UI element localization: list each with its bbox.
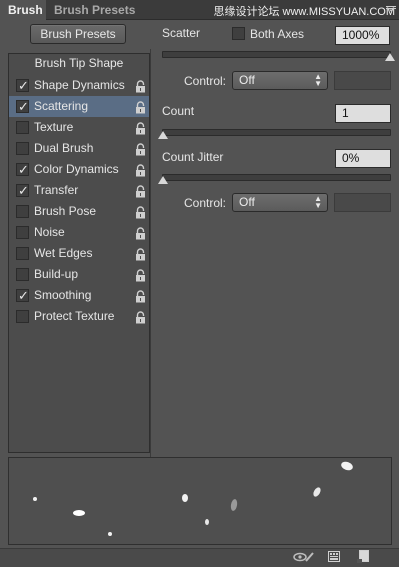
brush-presets-button[interactable]: Brush Presets <box>30 24 126 44</box>
count-value-field[interactable]: 1 <box>335 104 391 123</box>
tab-brush[interactable]: Brush <box>0 0 46 20</box>
option-row-brush-pose[interactable]: Brush Pose <box>9 201 149 222</box>
option-checkbox[interactable]: ✓ <box>16 100 29 115</box>
option-label: Shape Dynamics <box>34 78 125 92</box>
panel-divider <box>150 49 151 457</box>
option-label: Smoothing <box>34 288 92 302</box>
checkmark-icon: ✓ <box>18 100 29 115</box>
lock-icon[interactable] <box>135 268 146 282</box>
option-row-transfer[interactable]: ✓ Transfer <box>9 180 149 201</box>
option-label: Build-up <box>34 267 79 281</box>
both-axes-checkbox[interactable] <box>232 27 245 40</box>
lock-icon[interactable] <box>135 226 146 240</box>
option-checkbox[interactable] <box>16 142 29 155</box>
option-checkbox[interactable]: ✓ <box>16 289 29 304</box>
count-control-label: Control: <box>184 196 227 210</box>
lock-icon[interactable] <box>135 121 146 135</box>
lock-icon[interactable] <box>135 79 146 93</box>
option-checkbox[interactable] <box>16 247 29 260</box>
option-label: Dual Brush <box>34 141 94 155</box>
lock-icon[interactable] <box>135 184 146 198</box>
scatter-value-field[interactable]: 1000% <box>335 26 390 45</box>
count-label: Count <box>162 104 195 118</box>
option-label: Color Dynamics <box>34 162 119 176</box>
option-checkbox[interactable]: ✓ <box>16 79 29 94</box>
checkmark-icon: ✓ <box>18 289 29 304</box>
preview-dabs <box>33 461 353 536</box>
option-row-build-up[interactable]: Build-up <box>9 264 149 285</box>
option-row-shape-dynamics[interactable]: ✓ Shape Dynamics <box>9 75 149 96</box>
scatter-slider[interactable] <box>162 51 391 58</box>
option-label: Brush Pose <box>34 204 97 218</box>
option-checkbox[interactable] <box>16 310 29 323</box>
brush-stroke-preview <box>8 457 392 545</box>
both-axes-label: Both Axes <box>250 27 305 41</box>
checkmark-icon: ✓ <box>18 184 29 199</box>
lock-icon[interactable] <box>135 247 146 261</box>
option-label: Texture <box>34 120 74 134</box>
brush-tip-shape-item[interactable]: Brush Tip Shape <box>8 53 150 73</box>
grid-icon[interactable] <box>328 551 340 562</box>
option-label: Wet Edges <box>34 246 93 260</box>
checkmark-icon: ✓ <box>18 79 29 94</box>
count-control-value: Off <box>239 195 255 209</box>
option-row-smoothing[interactable]: ✓ Smoothing <box>9 285 149 306</box>
count-jitter-value-field[interactable]: 0% <box>335 149 391 168</box>
watermark-text: 思缘设计论坛 www.MISSYUAN.COM <box>213 6 395 18</box>
count-slider-thumb[interactable] <box>158 131 168 139</box>
count-control-field <box>334 193 391 212</box>
lock-icon[interactable] <box>135 205 146 219</box>
control-label: Control: <box>184 74 227 88</box>
tab-brush-presets[interactable]: Brush Presets <box>46 0 143 20</box>
option-row-color-dynamics[interactable]: ✓ Color Dynamics <box>9 159 149 180</box>
new-preset-icon[interactable] <box>357 550 369 563</box>
scatter-label: Scatter <box>162 26 201 40</box>
option-row-texture[interactable]: Texture <box>9 117 149 138</box>
lock-icon[interactable] <box>135 100 146 114</box>
select-arrows-icon: ▲ ▼ <box>314 194 322 210</box>
count-slider[interactable] <box>162 129 391 136</box>
lock-icon[interactable] <box>135 142 146 156</box>
scatter-control-select[interactable]: Off ▲ ▼ <box>232 71 328 90</box>
option-row-wet-edges[interactable]: Wet Edges <box>9 243 149 264</box>
option-row-protect-texture[interactable]: Protect Texture <box>9 306 149 327</box>
option-checkbox[interactable] <box>16 226 29 239</box>
count-jitter-label: Count Jitter <box>162 150 224 164</box>
option-label: Protect Texture <box>34 309 115 323</box>
option-label: Transfer <box>34 183 79 197</box>
option-checkbox[interactable] <box>16 268 29 281</box>
option-checkbox[interactable] <box>16 205 29 218</box>
scatter-control-value: Off <box>239 73 255 87</box>
select-arrows-icon: ▲ ▼ <box>314 72 322 88</box>
panel-menu-icon[interactable] <box>386 1 396 12</box>
count-control-select[interactable]: Off ▲ ▼ <box>232 193 328 212</box>
count-jitter-slider[interactable] <box>162 174 391 181</box>
count-jitter-slider-thumb[interactable] <box>158 176 168 184</box>
lock-icon[interactable] <box>135 163 146 177</box>
lock-icon[interactable] <box>135 289 146 303</box>
option-row-dual-brush[interactable]: Dual Brush <box>9 138 149 159</box>
lock-icon[interactable] <box>135 310 146 324</box>
scatter-slider-thumb[interactable] <box>385 53 395 61</box>
option-label: Noise <box>34 225 65 239</box>
option-checkbox[interactable]: ✓ <box>16 163 29 178</box>
eye-brush-icon[interactable] <box>293 551 315 563</box>
option-checkbox[interactable] <box>16 121 29 134</box>
checkmark-icon: ✓ <box>18 163 29 178</box>
scatter-control-field <box>334 71 391 90</box>
option-label: Scattering <box>34 99 89 113</box>
option-row-noise[interactable]: Noise <box>9 222 149 243</box>
option-row-scattering[interactable]: ✓ Scattering <box>9 96 149 117</box>
option-checkbox[interactable]: ✓ <box>16 184 29 199</box>
